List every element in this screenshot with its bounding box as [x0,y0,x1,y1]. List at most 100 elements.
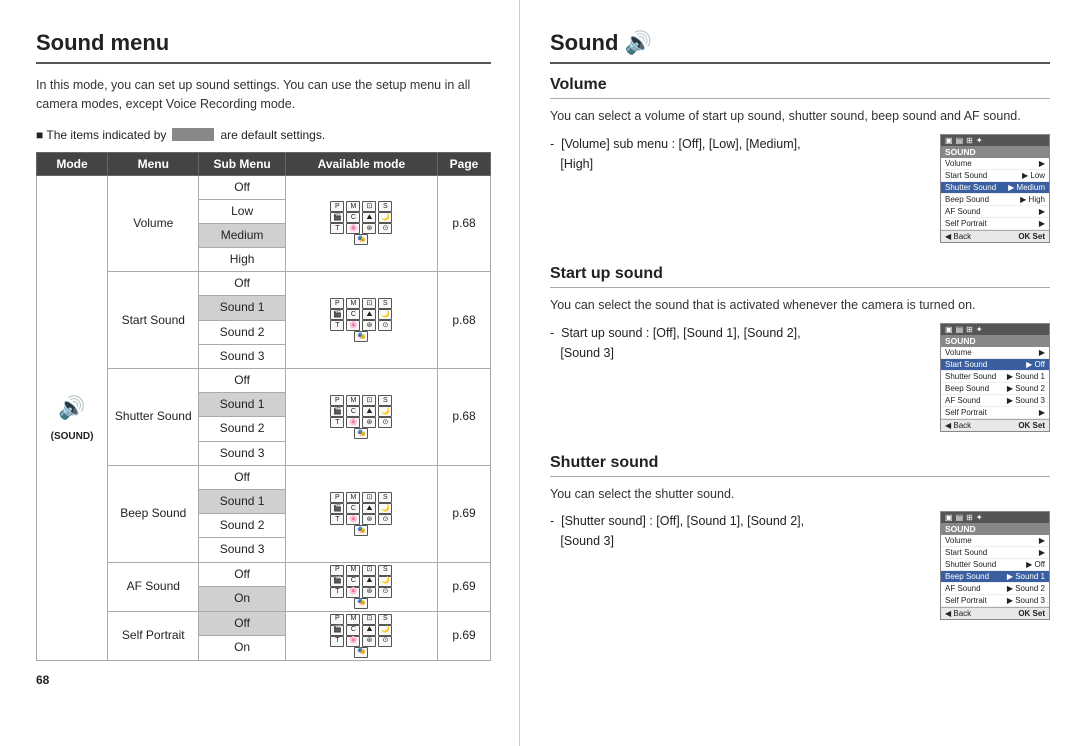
col-submenu: Sub Menu [199,152,285,175]
screen-footer: ◀ BackOK Set [941,230,1049,242]
menu-af-sound: AF Sound [108,562,199,611]
screen-row-self3: Self Portrait▶ Sound 3 [941,595,1049,607]
col-menu: Menu [108,152,199,175]
screen-row-shutter: Shutter Sound▶ Medium [941,182,1049,194]
page-number: 68 [36,673,491,687]
left-title: Sound menu [36,30,491,64]
table-row: 🔊 (SOUND) Volume Off PM⊡S 🎬C⛰🌙 T🌸⊛⊙ [37,175,491,199]
intro-text: In this mode, you can set up sound setti… [36,76,491,114]
col-page: Page [438,152,491,175]
startup-desc: You can select the sound that is activat… [550,296,1050,315]
screen-row-af3: AF Sound▶ Sound 2 [941,583,1049,595]
submenu-sound3c: Sound 3 [199,538,285,562]
screen-row-self2: Self Portrait▶ [941,407,1049,419]
volume-desc: You can select a volume of start up soun… [550,107,1050,126]
page-volume: p.68 [438,175,491,272]
submenu-off6: Off [199,611,285,636]
default-note-suffix: are default settings. [220,128,325,142]
startup-screen: ▣▤⊞✦ SOUND Volume▶ Start Sound▶ Off Shut… [940,323,1050,432]
screen-title2: SOUND [941,335,1049,347]
default-note: ■ The items indicated by are default set… [36,128,491,142]
submenu-off3: Off [199,369,285,393]
subsection-title-volume: Volume [550,76,1050,99]
volume-content: - [Volume] sub menu : [Off], [Low], [Med… [550,134,1050,243]
available-af: PM⊡S 🎬C⛰🌙 T🌸⊛⊙ 🎭 [285,562,437,611]
screen-footer2: ◀ BackOK Set [941,419,1049,431]
available-self: PM⊡S 🎬C⛰🌙 T🌸⊛⊙ 🎭 [285,611,437,660]
shutter-screen: ▣▤⊞✦ SOUND Volume▶ Start Sound▶ Shutter … [940,511,1050,620]
submenu-sound1c: Sound 1 [199,489,285,513]
submenu-sound1a: Sound 1 [199,296,285,320]
screen-row-af2: AF Sound▶ Sound 3 [941,395,1049,407]
page-self: p.69 [438,611,491,660]
header-icons: ▣▤⊞✦ [945,136,983,145]
volume-screen: ▣▤⊞✦ SOUND Volume▶ Start Sound▶ Low Shut… [940,134,1050,243]
page-shutter: p.68 [438,369,491,466]
screen-header3: ▣▤⊞✦ [941,512,1049,523]
left-panel: Sound menu In this mode, you can set up … [0,0,520,746]
submenu-off: Off [199,175,285,199]
screen-row-beep3: Beep Sound▶ Sound 1 [941,571,1049,583]
available-shutter: PM⊡S 🎬C⛰🌙 T🌸⊛⊙ 🎭 [285,369,437,466]
submenu-off5: Off [199,562,285,587]
menu-beep-sound: Beep Sound [108,465,199,562]
submenu-sound3b: Sound 3 [199,441,285,465]
menu-shutter-sound: Shutter Sound [108,369,199,466]
screen-row-beep: Beep Sound▶ High [941,194,1049,206]
menu-volume: Volume [108,175,199,272]
section-startup: Start up sound You can select the sound … [550,265,1050,432]
submenu-sound2b: Sound 2 [199,417,285,441]
screen-row-start: Start Sound▶ Low [941,170,1049,182]
screen-title3: SOUND [941,523,1049,535]
submenu-sound3a: Sound 3 [199,344,285,368]
default-box [172,128,214,141]
submenu-off2: Off [199,272,285,296]
shutter-bullet: - [Shutter sound] : [Off], [Sound 1], [S… [550,511,924,551]
submenu-sound2c: Sound 2 [199,514,285,538]
screen-row-volume2: Volume▶ [941,347,1049,359]
screen-row-start2: Start Sound▶ Off [941,359,1049,371]
menu-table: Mode Menu Sub Menu Available mode Page 🔊… [36,152,491,661]
menu-start-sound: Start Sound [108,272,199,369]
screen-row-volume: Volume▶ [941,158,1049,170]
menu-self-portrait: Self Portrait [108,611,199,660]
volume-bullet: - [Volume] sub menu : [Off], [Low], [Med… [550,134,924,174]
available-beep: PM⊡S 🎬C⛰🌙 T🌸⊛⊙ 🎭 [285,465,437,562]
section-shutter: Shutter sound You can select the shutter… [550,454,1050,621]
screen-header: ▣▤⊞✦ [941,135,1049,146]
submenu-sound1b: Sound 1 [199,393,285,417]
submenu-on-self: On [199,636,285,661]
mode-cell-sound: 🔊 (SOUND) [37,175,108,660]
shutter-desc: You can select the shutter sound. [550,485,1050,504]
sound-icon: 🔊 [624,30,651,56]
col-available: Available mode [285,152,437,175]
right-title: Sound 🔊 [550,30,1050,64]
submenu-high: High [199,248,285,272]
screen-title: SOUND [941,146,1049,158]
submenu-on-af: On [199,587,285,612]
screen-row-shutter2: Shutter Sound▶ Sound 1 [941,371,1049,383]
right-panel: Sound 🔊 Volume You can select a volume o… [520,0,1080,746]
screen-row-self: Self Portrait▶ [941,218,1049,230]
header-icons3: ▣▤⊞✦ [945,513,983,522]
screen-row-volume3: Volume▶ [941,535,1049,547]
submenu-off4: Off [199,465,285,489]
screen-row-beep2: Beep Sound▶ Sound 2 [941,383,1049,395]
startup-bullet: - Start up sound : [Off], [Sound 1], [So… [550,323,924,363]
screen-footer3: ◀ BackOK Set [941,607,1049,619]
col-mode: Mode [37,152,108,175]
available-volume: PM⊡S 🎬C⛰🌙 T🌸⊛⊙ 🎭 [285,175,437,272]
submenu-low: Low [199,199,285,223]
submenu-medium: Medium [199,223,285,247]
page-beep: p.69 [438,465,491,562]
screen-header2: ▣▤⊞✦ [941,324,1049,335]
startup-content: - Start up sound : [Off], [Sound 1], [So… [550,323,1050,432]
section-volume: Volume You can select a volume of start … [550,76,1050,243]
header-icons2: ▣▤⊞✦ [945,325,983,334]
screen-row-start3: Start Sound▶ [941,547,1049,559]
default-note-prefix: ■ The items indicated by [36,128,166,142]
available-start: PM⊡S 🎬C⛰🌙 T🌸⊛⊙ 🎭 [285,272,437,369]
subsection-title-startup: Start up sound [550,265,1050,288]
page-start: p.68 [438,272,491,369]
page-af: p.69 [438,562,491,611]
